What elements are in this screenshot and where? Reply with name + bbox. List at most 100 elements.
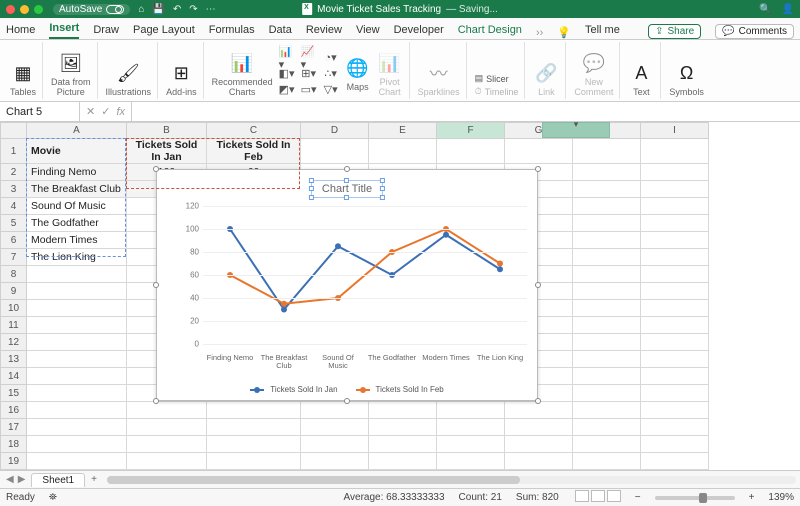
tab-home[interactable]: Home (6, 21, 35, 39)
row-header-13[interactable]: 13 (1, 351, 27, 368)
pie-chart-icon[interactable]: ◔▾ (323, 51, 339, 65)
cell-F19[interactable] (437, 453, 505, 470)
undo-icon[interactable]: ↶ (173, 4, 181, 15)
cell-D1[interactable] (301, 139, 369, 164)
illustrations-icon[interactable]: 🖌 (115, 60, 141, 86)
cell-H5[interactable] (573, 215, 641, 232)
row-header-8[interactable]: 8 (1, 266, 27, 283)
legend-item[interactable]: Tickets Sold In Feb (356, 385, 444, 394)
row-header-11[interactable]: 11 (1, 317, 27, 334)
tab-formulas[interactable]: Formulas (209, 21, 255, 39)
row-header-7[interactable]: 7 (1, 249, 27, 266)
tab-view[interactable]: View (356, 21, 380, 39)
user-icon[interactable]: 👤 (782, 4, 794, 15)
cell-A18[interactable] (27, 436, 127, 453)
cell-I19[interactable] (641, 453, 709, 470)
normal-view-icon[interactable] (575, 490, 589, 502)
view-buttons[interactable] (573, 490, 621, 505)
cell-E18[interactable] (369, 436, 437, 453)
worksheet-grid[interactable]: ABCDEFGHI1MovieTickets Sold In JanTicket… (0, 122, 800, 470)
cell-E16[interactable] (369, 402, 437, 419)
combo-chart-icon[interactable]: ◩▾ (279, 83, 295, 97)
cell-I9[interactable] (641, 283, 709, 300)
search-icon[interactable]: 🔍 (759, 4, 771, 15)
tell-me[interactable]: Tell me (585, 21, 620, 39)
comments-button[interactable]: 💬Comments (715, 24, 794, 39)
row-header-14[interactable]: 14 (1, 368, 27, 385)
row-header-5[interactable]: 5 (1, 215, 27, 232)
page-break-view-icon[interactable] (607, 490, 621, 502)
row-header-4[interactable]: 4 (1, 198, 27, 215)
cell-H18[interactable] (573, 436, 641, 453)
tab-insert[interactable]: Insert (49, 19, 79, 39)
row-header-16[interactable]: 16 (1, 402, 27, 419)
cell-I6[interactable] (641, 232, 709, 249)
cell-I7[interactable] (641, 249, 709, 266)
cell-I3[interactable] (641, 181, 709, 198)
cell-A15[interactable] (27, 385, 127, 402)
tab-review[interactable]: Review (306, 21, 342, 39)
cell-I12[interactable] (641, 334, 709, 351)
col-header-C[interactable]: C (207, 123, 301, 139)
cell-B1[interactable]: Tickets Sold In Jan (127, 139, 207, 164)
slicer-button[interactable]: ▤Slicer (475, 73, 509, 84)
chart-title[interactable]: Chart Title (311, 180, 383, 198)
text-icon[interactable]: A (628, 60, 654, 86)
save-icon[interactable]: 💾 (152, 4, 164, 15)
zoom-level[interactable]: 139% (768, 492, 794, 503)
cell-G18[interactable] (505, 436, 573, 453)
chart-handle-e[interactable] (535, 282, 541, 288)
chart-plot-area[interactable]: Finding NemoThe Breakfast ClubSound Of M… (203, 206, 527, 344)
cell-C17[interactable] (207, 419, 301, 436)
cell-I15[interactable] (641, 385, 709, 402)
cell-C1[interactable]: Tickets Sold In Feb (207, 139, 301, 164)
col-header-F[interactable]: F (437, 123, 505, 139)
row-header-2[interactable]: 2 (1, 164, 27, 181)
row-header-9[interactable]: 9 (1, 283, 27, 300)
cell-A11[interactable] (27, 317, 127, 334)
chart-legend[interactable]: Tickets Sold In JanTickets Sold In Feb (157, 385, 537, 394)
tables-icon[interactable]: ▦ (10, 60, 36, 86)
new-comment-icon[interactable]: 💬 (581, 50, 607, 76)
cell-C16[interactable] (207, 402, 301, 419)
cell-I2[interactable] (641, 164, 709, 181)
recommended-charts-icon[interactable]: 📊 (229, 50, 255, 76)
embedded-chart[interactable]: Chart Title Finding NemoThe Breakfast Cl… (156, 169, 538, 401)
cell-B19[interactable] (127, 453, 207, 470)
chart-handle-n[interactable] (344, 166, 350, 172)
cell-A13[interactable] (27, 351, 127, 368)
timeline-button[interactable]: ⏱Timeline (475, 86, 519, 97)
cell-G1[interactable] (505, 139, 573, 164)
cell-I5[interactable] (641, 215, 709, 232)
cell-A17[interactable] (27, 419, 127, 436)
sparklines-icon[interactable]: 〰 (426, 60, 452, 86)
cell-A19[interactable] (27, 453, 127, 470)
row-header-18[interactable]: 18 (1, 436, 27, 453)
cell-I10[interactable] (641, 300, 709, 317)
scrollbar-thumb[interactable] (107, 476, 520, 484)
col-header-H[interactable]: H (573, 123, 641, 139)
share-button[interactable]: ⇪Share (648, 24, 701, 39)
statistic-chart-icon[interactable]: ⊞▾ (301, 67, 317, 81)
maps-icon[interactable]: 🌐 (345, 55, 371, 81)
cell-I17[interactable] (641, 419, 709, 436)
cell-A12[interactable] (27, 334, 127, 351)
cell-H19[interactable] (573, 453, 641, 470)
cell-H3[interactable] (573, 181, 641, 198)
col-header-A[interactable]: A (27, 123, 127, 139)
cell-I8[interactable] (641, 266, 709, 283)
cell-A6[interactable]: Modern Times (27, 232, 127, 249)
autosave-toggle[interactable]: AutoSave (53, 4, 130, 15)
cell-I13[interactable] (641, 351, 709, 368)
symbols-icon[interactable]: Ω (674, 60, 700, 86)
cell-F1[interactable] (437, 139, 505, 164)
cell-A4[interactable]: Sound Of Music (27, 198, 127, 215)
cell-C19[interactable] (207, 453, 301, 470)
enter-formula-icon[interactable]: ✓ (101, 105, 110, 118)
column-chart-icon[interactable]: 📊▾ (279, 51, 295, 65)
cell-H17[interactable] (573, 419, 641, 436)
chart-handle-sw[interactable] (153, 398, 159, 404)
cell-H14[interactable] (573, 368, 641, 385)
cell-C18[interactable] (207, 436, 301, 453)
cell-A16[interactable] (27, 402, 127, 419)
